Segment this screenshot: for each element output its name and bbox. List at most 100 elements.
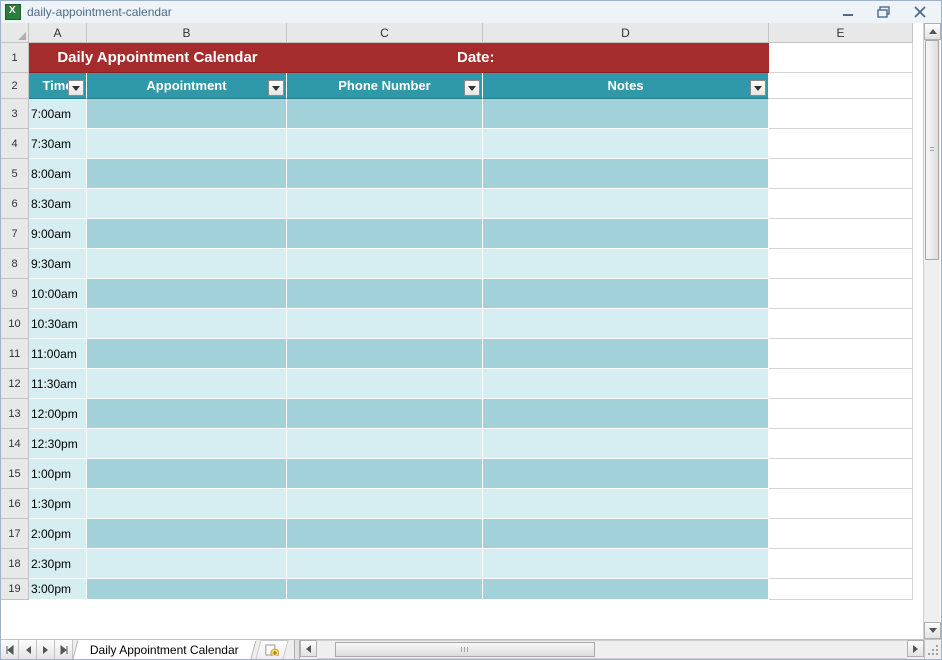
cell-E8[interactable] [769, 249, 913, 279]
select-all-corner[interactable] [1, 23, 29, 43]
phone-cell[interactable] [287, 219, 483, 249]
time-cell[interactable]: 7:30am [29, 129, 87, 159]
phone-cell[interactable] [287, 129, 483, 159]
row-header-4[interactable]: 4 [1, 129, 29, 159]
hscroll-right[interactable] [907, 640, 924, 657]
phone-cell[interactable] [287, 399, 483, 429]
phone-cell[interactable] [287, 189, 483, 219]
time-cell[interactable]: 12:00pm [29, 399, 87, 429]
phone-cell[interactable] [287, 339, 483, 369]
restore-button[interactable] [873, 5, 895, 20]
appointment-cell[interactable] [87, 369, 287, 399]
vscroll-thumb[interactable] [925, 40, 939, 260]
cell-E2[interactable] [769, 73, 913, 99]
notes-cell[interactable] [483, 339, 769, 369]
phone-cell[interactable] [287, 369, 483, 399]
header-time[interactable]: Time [29, 73, 87, 99]
row-header-14[interactable]: 14 [1, 429, 29, 459]
hscroll-track[interactable] [317, 640, 907, 659]
row-header-19[interactable]: 19 [1, 579, 29, 600]
cell-E18[interactable] [769, 549, 913, 579]
appointment-cell[interactable] [87, 579, 287, 600]
row-header-12[interactable]: 12 [1, 369, 29, 399]
cell-E11[interactable] [769, 339, 913, 369]
tab-nav-first[interactable] [1, 640, 19, 659]
hscroll-left[interactable] [300, 640, 317, 657]
phone-cell[interactable] [287, 279, 483, 309]
notes-cell[interactable] [483, 129, 769, 159]
appointment-cell[interactable] [87, 189, 287, 219]
appointment-cell[interactable] [87, 549, 287, 579]
cell-E5[interactable] [769, 159, 913, 189]
cell-E3[interactable] [769, 99, 913, 129]
row-header-7[interactable]: 7 [1, 219, 29, 249]
appointment-cell[interactable] [87, 279, 287, 309]
header-appointment-filter[interactable] [268, 80, 284, 96]
cell-E7[interactable] [769, 219, 913, 249]
row-header-15[interactable]: 15 [1, 459, 29, 489]
resize-grip[interactable] [924, 640, 941, 659]
row-header-3[interactable]: 3 [1, 99, 29, 129]
phone-cell[interactable] [287, 459, 483, 489]
time-cell[interactable]: 2:30pm [29, 549, 87, 579]
cell-E9[interactable] [769, 279, 913, 309]
tab-nav-prev[interactable] [19, 640, 37, 659]
cell-E19[interactable] [769, 579, 913, 600]
phone-cell[interactable] [287, 549, 483, 579]
appointment-cell[interactable] [87, 339, 287, 369]
appointment-cell[interactable] [87, 159, 287, 189]
time-cell[interactable]: 8:30am [29, 189, 87, 219]
notes-cell[interactable] [483, 579, 769, 600]
header-time-filter[interactable] [68, 80, 84, 96]
phone-cell[interactable] [287, 99, 483, 129]
vscroll-up[interactable] [924, 23, 941, 40]
new-sheet-button[interactable] [255, 640, 288, 659]
hscroll-thumb[interactable] [335, 642, 595, 657]
appointment-cell[interactable] [87, 429, 287, 459]
row-header-9[interactable]: 9 [1, 279, 29, 309]
row-header-18[interactable]: 18 [1, 549, 29, 579]
row-header-17[interactable]: 17 [1, 519, 29, 549]
time-cell[interactable]: 9:00am [29, 219, 87, 249]
sheet-tab-active[interactable]: Daily Appointment Calendar [72, 640, 256, 659]
time-cell[interactable]: 11:00am [29, 339, 87, 369]
notes-cell[interactable] [483, 549, 769, 579]
appointment-cell[interactable] [87, 219, 287, 249]
col-header-B[interactable]: B [87, 23, 287, 43]
col-header-D[interactable]: D [483, 23, 769, 43]
header-phone[interactable]: Phone Number [287, 73, 483, 99]
appointment-cell[interactable] [87, 99, 287, 129]
notes-cell[interactable] [483, 519, 769, 549]
cell-E15[interactable] [769, 459, 913, 489]
row-header-5[interactable]: 5 [1, 159, 29, 189]
appointment-cell[interactable] [87, 129, 287, 159]
phone-cell[interactable] [287, 159, 483, 189]
row-header-2[interactable]: 2 [1, 73, 29, 99]
appointment-cell[interactable] [87, 459, 287, 489]
notes-cell[interactable] [483, 489, 769, 519]
tab-nav-next[interactable] [37, 640, 55, 659]
notes-cell[interactable] [483, 249, 769, 279]
appointment-cell[interactable] [87, 399, 287, 429]
time-cell[interactable]: 3:00pm [29, 579, 87, 600]
cell-E4[interactable] [769, 129, 913, 159]
row-header-13[interactable]: 13 [1, 399, 29, 429]
col-header-E[interactable]: E [769, 23, 913, 43]
notes-cell[interactable] [483, 99, 769, 129]
time-cell[interactable]: 1:00pm [29, 459, 87, 489]
notes-cell[interactable] [483, 309, 769, 339]
cell-E1[interactable] [769, 43, 913, 73]
vscroll-track[interactable] [924, 40, 940, 622]
appointment-cell[interactable] [87, 249, 287, 279]
cell-E10[interactable] [769, 309, 913, 339]
cell-E13[interactable] [769, 399, 913, 429]
vscroll-down[interactable] [924, 622, 941, 639]
col-header-A[interactable]: A [29, 23, 87, 43]
phone-cell[interactable] [287, 579, 483, 600]
close-button[interactable] [909, 5, 931, 20]
phone-cell[interactable] [287, 309, 483, 339]
tab-nav-last[interactable] [55, 640, 73, 659]
row-header-1[interactable]: 1 [1, 43, 29, 73]
row-header-6[interactable]: 6 [1, 189, 29, 219]
cell-E6[interactable] [769, 189, 913, 219]
